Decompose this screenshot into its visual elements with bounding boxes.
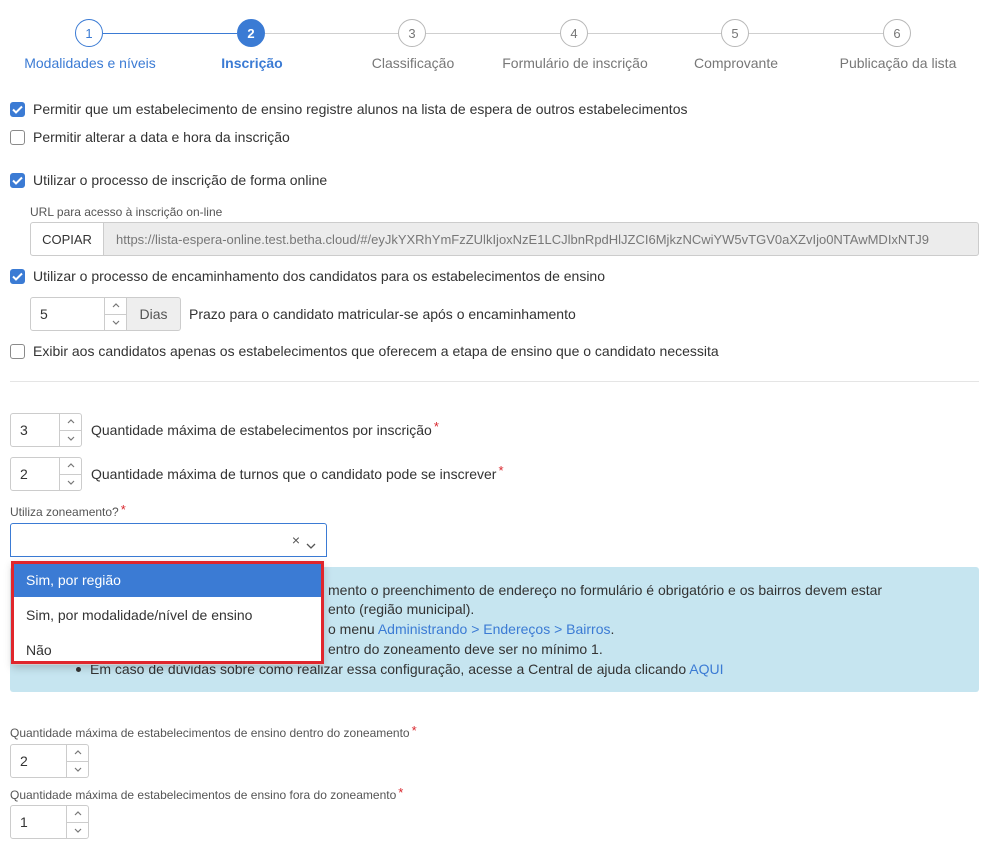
neighborhoods-menu-link[interactable]: Administrando > Endereços > Bairros xyxy=(378,621,611,637)
step-3-circle[interactable]: 3 xyxy=(398,19,426,47)
step-5-label[interactable]: Comprovante xyxy=(694,55,778,71)
chevron-down-icon[interactable] xyxy=(67,823,88,839)
url-input-group: COPIAR https://lista-espera-online.test.… xyxy=(30,222,979,256)
chevron-down-icon[interactable] xyxy=(306,536,316,552)
info-line-3: o menu Administrando > Endereços > Bairr… xyxy=(328,621,614,637)
step-3-label[interactable]: Classificação xyxy=(372,55,454,71)
required-mark: * xyxy=(498,463,504,478)
zoning-label-text: Utiliza zoneamento? xyxy=(10,505,119,519)
section-divider xyxy=(10,381,979,382)
inside-zone-value[interactable]: 2 xyxy=(11,745,66,777)
option-forwarding-process[interactable]: Utilizar o processo de encaminhamento do… xyxy=(10,268,605,284)
outside-zone-label-text: Quantidade máxima de estabelecimentos de… xyxy=(10,788,397,802)
max-shifts-text: Quantidade máxima de turnos que o candid… xyxy=(91,466,497,482)
option-online-process[interactable]: Utilizar o processo de inscrição de form… xyxy=(10,172,327,188)
step-1-circle[interactable]: 1 xyxy=(75,19,103,47)
info-line-3-suffix: . xyxy=(610,621,615,637)
help-center-link[interactable]: AQUI xyxy=(689,661,723,677)
chevron-down-icon[interactable] xyxy=(60,431,81,447)
option-allow-change-datetime[interactable]: Permitir alterar a data e hora da inscri… xyxy=(10,129,290,145)
info-line-4: entro do zoneamento deve ser no mínimo 1… xyxy=(328,641,603,657)
checkbox-checked-icon[interactable] xyxy=(10,172,25,188)
chevron-down-icon[interactable] xyxy=(60,475,81,491)
max-shifts-label: Quantidade máxima de turnos que o candid… xyxy=(91,463,504,482)
deadline-stepper[interactable]: 5 xyxy=(30,297,127,331)
step-2-label[interactable]: Inscrição xyxy=(221,55,282,71)
inside-zone-stepper[interactable]: 2 xyxy=(10,744,89,778)
clear-icon[interactable]: × xyxy=(292,532,300,548)
zoning-select[interactable]: × xyxy=(10,523,327,557)
max-shifts-value[interactable]: 2 xyxy=(11,458,59,490)
option-label: Exibir aos candidatos apenas os estabele… xyxy=(33,343,719,359)
deadline-label: Prazo para o candidato matricular-se apó… xyxy=(189,306,576,322)
checkbox-unchecked-icon[interactable] xyxy=(10,129,25,145)
max-establishments-stepper[interactable]: 3 xyxy=(10,413,82,447)
step-connector xyxy=(265,33,398,34)
option-label: Utilizar o processo de encaminhamento do… xyxy=(33,268,606,284)
option-allow-waitlist-other[interactable]: Permitir que um estabelecimento de ensin… xyxy=(10,101,687,117)
checkbox-checked-icon[interactable] xyxy=(10,101,25,117)
step-connector xyxy=(588,33,721,34)
chevron-up-icon[interactable] xyxy=(67,806,88,823)
step-2-circle[interactable]: 2 xyxy=(237,19,265,47)
chevron-up-icon[interactable] xyxy=(60,414,81,431)
max-establishments-text: Quantidade máxima de estabelecimentos po… xyxy=(91,422,432,438)
outside-zone-stepper[interactable]: 1 xyxy=(10,805,89,839)
required-mark: * xyxy=(398,785,404,800)
wizard-stepper: 1 2 3 4 5 6 Modalidades e níveis Inscriç… xyxy=(0,0,989,90)
chevron-down-icon[interactable] xyxy=(105,315,126,331)
chevron-down-icon[interactable] xyxy=(67,762,88,778)
step-connector xyxy=(426,33,560,34)
step-4-circle[interactable]: 4 xyxy=(560,19,588,47)
step-connector xyxy=(103,33,237,34)
step-1-label[interactable]: Modalidades e níveis xyxy=(24,55,156,71)
option-label: Utilizar o processo de inscrição de form… xyxy=(33,172,328,188)
max-shifts-stepper[interactable]: 2 xyxy=(10,457,82,491)
step-5-circle[interactable]: 5 xyxy=(721,19,749,47)
checkbox-unchecked-icon[interactable] xyxy=(10,343,25,359)
required-mark: * xyxy=(120,502,126,517)
step-connector xyxy=(749,33,883,34)
url-field[interactable]: https://lista-espera-online.test.betha.c… xyxy=(104,222,979,256)
zoning-option-no[interactable]: Não xyxy=(13,632,323,667)
chevron-up-icon[interactable] xyxy=(105,298,126,315)
step-6-circle[interactable]: 6 xyxy=(883,19,911,47)
step-4-label[interactable]: Formulário de inscrição xyxy=(502,55,648,71)
required-mark: * xyxy=(411,723,417,738)
inside-zone-label-text: Quantidade máxima de estabelecimentos de… xyxy=(10,726,410,740)
zoning-dropdown-menu: Sim, por região Sim, por modalidade/níve… xyxy=(12,561,324,665)
inside-zone-label: Quantidade máxima de estabelecimentos de… xyxy=(10,723,417,741)
info-line-1: mento o preenchimento de endereço no for… xyxy=(328,582,883,598)
option-label: Permitir que um estabelecimento de ensin… xyxy=(33,101,688,117)
deadline-unit: Dias xyxy=(126,297,181,331)
copy-url-button[interactable]: COPIAR xyxy=(30,222,104,256)
step-6-label[interactable]: Publicação da lista xyxy=(840,55,957,71)
outside-zone-value[interactable]: 1 xyxy=(11,806,66,838)
info-line-2: ento (região municipal). xyxy=(328,601,475,617)
chevron-up-icon[interactable] xyxy=(67,745,88,762)
max-establishments-value[interactable]: 3 xyxy=(11,414,59,446)
info-line-3-prefix: o menu xyxy=(328,621,378,637)
option-show-only-matching[interactable]: Exibir aos candidatos apenas os estabele… xyxy=(10,343,719,359)
bullet xyxy=(76,667,81,672)
max-establishments-label: Quantidade máxima de estabelecimentos po… xyxy=(91,419,439,438)
zoning-option-by-region[interactable]: Sim, por região xyxy=(13,562,323,597)
zoning-option-by-modality[interactable]: Sim, por modalidade/nível de ensino xyxy=(13,597,323,632)
chevron-up-icon[interactable] xyxy=(60,458,81,475)
zoning-label: Utiliza zoneamento? * xyxy=(10,502,126,520)
outside-zone-label: Quantidade máxima de estabelecimentos de… xyxy=(10,785,404,803)
deadline-value[interactable]: 5 xyxy=(31,298,104,330)
option-label: Permitir alterar a data e hora da inscri… xyxy=(33,129,290,145)
checkbox-checked-icon[interactable] xyxy=(10,268,25,284)
required-mark: * xyxy=(433,419,439,434)
url-label: URL para acesso à inscrição on-line xyxy=(30,205,223,219)
